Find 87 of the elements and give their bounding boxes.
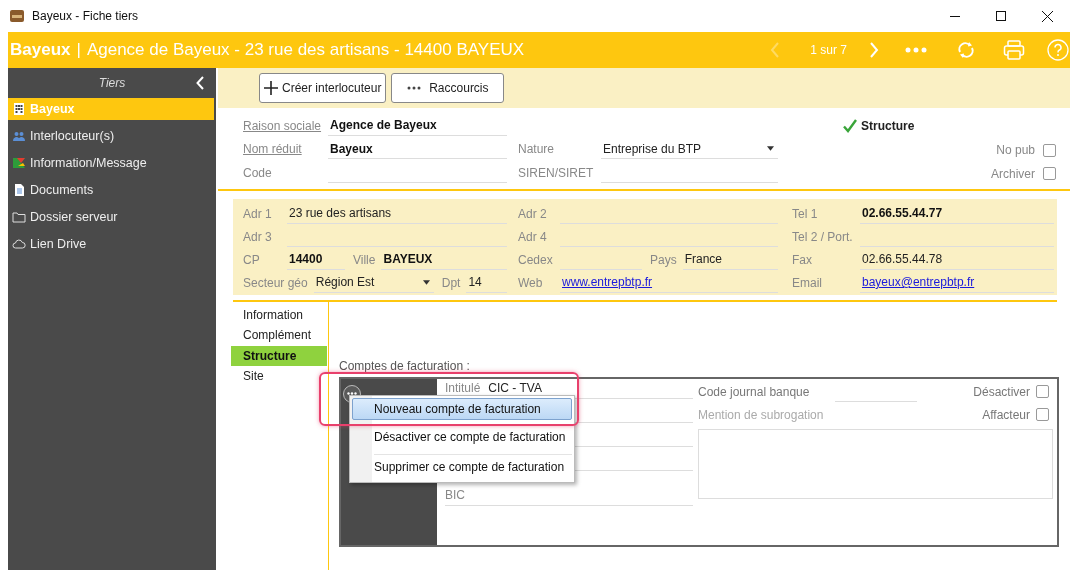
field-label[interactable]: Raison sociale [243,118,328,136]
section-title: Comptes de facturation : [339,358,471,373]
cloud-icon [12,237,26,251]
checkbox-label: No pub [996,143,1035,157]
input-field[interactable]: 02.66.55.44.78 [860,249,1054,270]
tab[interactable]: Site [231,366,326,387]
people-icon [12,129,26,143]
input-field[interactable]: 14 [466,272,507,293]
record-name: Bayeux [10,40,71,60]
building-icon [12,102,26,116]
tab[interactable]: Complément [231,325,326,346]
field-label: Cedex [518,252,554,269]
checkbox-label: Archiver [991,166,1035,181]
field-label: Tel 1 [792,206,819,223]
field-label: Email [792,275,823,292]
checkbox-label: Affacteur [982,407,1030,422]
field-label: Fax [792,252,813,269]
field-label: Dpt [440,275,462,292]
record-subtitle: Agence de Bayeux - 23 rue des artisans - 14400 BAYEUX [86,40,525,60]
input-field[interactable]: 02.66.55.44.77 [860,203,1054,224]
checkbox-label: Désactiver [973,384,1030,399]
structure-label: Structure [861,118,915,133]
field-label: Ville [352,252,377,269]
field-label: Mention de subrogation [698,407,824,424]
field-label: SIREN/SIRET [518,165,595,182]
print-icon[interactable] [1003,39,1025,61]
text-area[interactable] [698,428,1053,499]
plus-icon [264,81,278,95]
field-label: Web [518,275,544,292]
field-label: Secteur géo [243,275,309,292]
next-button[interactable] [869,42,879,58]
checkbox[interactable] [1043,143,1056,157]
folder-icon [12,210,26,224]
input-field[interactable]: BAYEUX [381,249,507,270]
field-label: Code journal banque [698,384,810,401]
tab[interactable]: Structure [231,345,327,366]
menu-item[interactable]: Supprimer ce compte de facturation [352,454,572,480]
dropdown-field[interactable]: Entreprise du BTP [601,139,778,159]
checkbox[interactable] [1036,408,1049,421]
field-label: Adr 2 [518,206,548,223]
menu-item[interactable]: Désactiver ce compte de facturation [352,424,572,450]
more-icon[interactable] [905,47,927,53]
flag-icon [12,156,26,170]
dropdown-caret-icon[interactable] [767,146,774,151]
field-label: Nature [518,142,556,158]
window-title: Bayeux - Fiche tiers [32,9,139,23]
field-label[interactable]: Nom réduit [243,142,328,159]
tab[interactable]: Information [231,304,326,325]
link[interactable]: www.entrepbtp.fr [562,275,653,289]
sidebar-title: Tiers [98,76,126,90]
document-icon [12,183,26,197]
maximize-icon[interactable] [996,11,1006,21]
sidebar-item[interactable]: Information/Message [8,152,214,174]
link[interactable]: bayeux@entrepbtp.fr [862,275,975,289]
checkbox[interactable] [1036,385,1049,398]
input-field[interactable]: Agence de Bayeux [328,115,507,136]
field-label: Tel 2 / Port. [792,229,854,246]
field-label: Adr 1 [243,206,273,223]
help-icon[interactable] [1047,39,1069,61]
menu-item[interactable]: Nouveau compte de facturation [352,397,572,420]
input-field[interactable]: France [682,249,778,270]
pager-text: 1 sur 7 [810,43,847,57]
app-icon [10,10,24,22]
toolbar-button[interactable]: Créer interlocuteur [259,73,387,103]
toolbar-button[interactable]: Raccourcis [391,73,505,103]
field-label: Adr 4 [518,229,548,246]
field-label: CP [243,252,261,269]
dropdown-caret-icon[interactable] [422,279,430,285]
input-field[interactable]: 14400 [287,249,345,270]
field-label: Adr 3 [243,229,273,246]
input-field[interactable]: Bayeux [328,139,507,159]
field-label: Intitulé [445,380,482,397]
dropdown-field[interactable]: Région Est [313,272,434,293]
sidebar-item[interactable]: Documents [8,179,214,201]
close-icon[interactable] [1041,10,1053,22]
refresh-icon[interactable] [957,40,975,60]
more-icon [407,86,422,90]
field-value[interactable]: CIC - TVA [488,380,542,398]
checkbox[interactable] [1043,167,1056,180]
sidebar-item[interactable]: Interlocuteur(s) [8,125,214,147]
field-label: Code [243,165,273,182]
input-field[interactable]: 23 rue des artisans [287,203,507,224]
field-label: Pays [649,252,678,269]
title-separator: | [76,40,81,60]
field-label: BIC [445,487,466,504]
sidebar-item[interactable]: Dossier serveur [8,206,214,228]
sidebar-item[interactable]: Lien Drive [8,233,214,255]
